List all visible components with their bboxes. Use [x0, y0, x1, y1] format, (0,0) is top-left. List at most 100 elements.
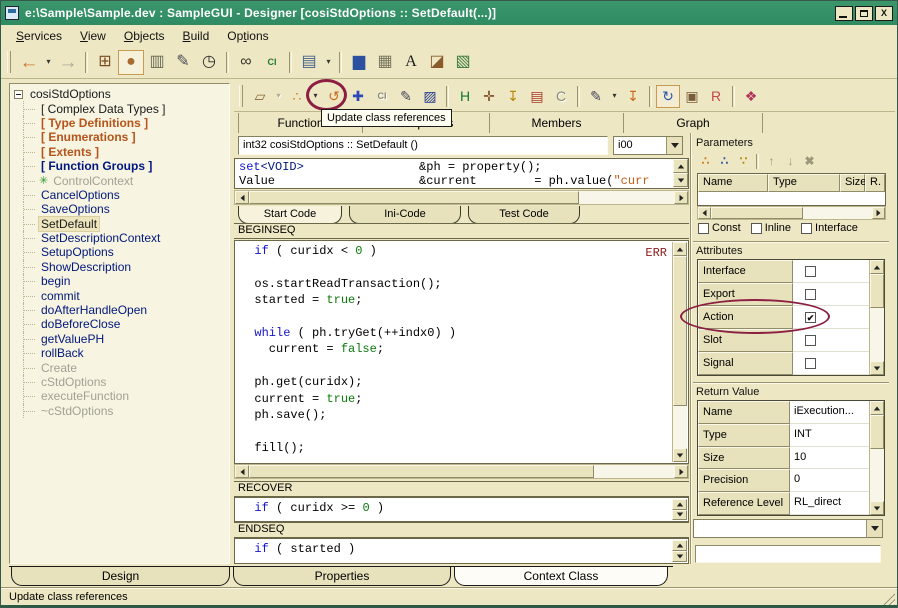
tree-item-commit[interactable]: commit — [10, 288, 229, 302]
scrollbar-track[interactable] — [673, 406, 687, 448]
check-form-button[interactable]: ▤ — [525, 85, 549, 108]
tree-item-getvalueph[interactable]: getValuePH — [10, 332, 229, 346]
resize-grip-icon[interactable] — [882, 592, 895, 605]
new-object-dropdown[interactable]: ▾ — [309, 85, 322, 108]
code-hscrollbar[interactable] — [234, 464, 689, 479]
tree-item-create[interactable]: Create — [10, 360, 229, 374]
scroll-down-button[interactable] — [870, 361, 884, 375]
tree-item-type-definitions[interactable]: [ Type Definitions ] — [10, 116, 229, 130]
tree-item-saveoptions[interactable]: SaveOptions — [10, 202, 229, 216]
column-header-type[interactable]: Type — [768, 174, 840, 192]
new-object-button[interactable]: ∴ — [285, 85, 309, 108]
collapse-expander-icon[interactable] — [14, 90, 23, 99]
verify-code-button[interactable]: ▣ — [680, 85, 704, 108]
checkbox-const[interactable] — [698, 223, 709, 234]
scrollbar-track[interactable] — [594, 465, 674, 478]
column-header-size[interactable]: Size — [840, 174, 865, 192]
back-button[interactable]: ← — [16, 50, 42, 75]
scroll-up-button[interactable] — [672, 499, 687, 510]
return-value-cell[interactable]: RL_direct — [790, 492, 869, 515]
start-code-editor[interactable]: if ( curidx < 0 ) os.startReadTransactio… — [234, 240, 689, 464]
tree-item-cosistdoptions[interactable]: cosiStdOptions — [10, 87, 229, 101]
com-button[interactable]: C — [549, 85, 573, 108]
scrollbar-thumb[interactable] — [870, 415, 884, 449]
scroll-left-button[interactable] — [235, 465, 249, 478]
tree-item-doafterhandleopen[interactable]: doAfterHandleOpen — [10, 303, 229, 317]
back-history-dropdown[interactable]: ▾ — [42, 50, 55, 75]
tree-item-cstdoptions[interactable]: ~cStdOptions — [10, 404, 229, 418]
maximize-button[interactable] — [855, 6, 873, 21]
scroll-right-button[interactable] — [674, 191, 688, 204]
scroll-up-button[interactable] — [673, 159, 688, 173]
server-button[interactable]: ▦ — [372, 50, 398, 75]
class-tree[interactable]: cosiStdOptions[ Complex Data Types ][ Ty… — [9, 83, 230, 564]
recover-code-editor[interactable]: if ( curidx >= 0 ) — [234, 497, 689, 522]
parameters-empty-row[interactable] — [698, 192, 885, 205]
move-up-button[interactable]: ↑ — [762, 152, 781, 170]
plot-button[interactable]: ▆ — [346, 50, 372, 75]
class-interface-button[interactable]: CI — [259, 50, 285, 75]
edit-document-button[interactable]: ✎ — [170, 50, 196, 75]
edit-code-dropdown[interactable]: ▾ — [608, 85, 621, 108]
scrollbar-track[interactable] — [870, 449, 884, 501]
tree-item-cstdoptions[interactable]: cStdOptions — [10, 375, 229, 389]
preview-button[interactable]: ∞ — [233, 50, 259, 75]
tab-context-class[interactable]: Context Class — [454, 567, 668, 586]
data-form-button[interactable]: ▤ — [296, 50, 322, 75]
scrollbar-track[interactable] — [579, 191, 674, 204]
font-button[interactable]: A — [398, 50, 424, 75]
delete-parameter-button[interactable]: ✖ — [800, 152, 819, 170]
checkbox-interface[interactable] — [805, 266, 816, 277]
open-function-button[interactable]: ▱ — [248, 85, 272, 108]
form-window-button[interactable]: ▧ — [450, 50, 476, 75]
menu-build[interactable]: Build — [174, 27, 219, 45]
package-button[interactable]: ▥ — [144, 50, 170, 75]
add-property-button[interactable]: ✚ — [346, 85, 370, 108]
class-item-button[interactable]: CI — [370, 85, 394, 108]
update-class-references-button[interactable]: ↺ — [322, 85, 346, 108]
data-form-dropdown[interactable]: ▾ — [322, 50, 335, 75]
rename-references-button[interactable]: R — [704, 85, 728, 108]
checkbox-inline[interactable] — [751, 223, 762, 234]
scroll-down-button[interactable] — [673, 173, 688, 187]
declaration-hscrollbar[interactable] — [234, 190, 689, 205]
context-combo[interactable] — [693, 519, 883, 538]
parameters-table[interactable]: NameTypeSizeR. — [697, 173, 886, 206]
scroll-down-button[interactable] — [673, 448, 687, 462]
toolbar-grip[interactable] — [239, 85, 243, 107]
tab-test-code[interactable]: Test Code — [468, 206, 580, 224]
open-function-dropdown[interactable]: ▾ — [272, 85, 285, 108]
endseq-code-editor[interactable]: if ( started ) — [234, 538, 689, 564]
tree-item-canceloptions[interactable]: CancelOptions — [10, 188, 229, 202]
edit-code-button[interactable]: ✎ — [584, 85, 608, 108]
context-combo-dropdown[interactable] — [866, 520, 882, 537]
tree-item-extents[interactable]: [ Extents ] — [10, 145, 229, 159]
add-parameter-button[interactable]: ∴ — [696, 152, 715, 170]
scroll-left-button[interactable] — [235, 191, 249, 204]
scroll-down-button[interactable] — [870, 501, 884, 515]
scroll-right-button[interactable] — [674, 465, 688, 478]
menu-options[interactable]: Options — [218, 27, 277, 45]
minimize-button[interactable] — [835, 6, 853, 21]
menu-view[interactable]: View — [71, 27, 115, 45]
menu-objects[interactable]: Objects — [115, 27, 174, 45]
scroll-up-button[interactable] — [870, 260, 884, 274]
column-header-name[interactable]: Name — [698, 174, 768, 192]
title-bar[interactable]: e:\Sample\Sample.dev : SampleGUI - Desig… — [1, 1, 897, 25]
declaration-vscrollbar[interactable] — [673, 159, 688, 188]
scroll-down-button[interactable] — [672, 551, 687, 562]
return-value-cell[interactable]: INT — [790, 424, 869, 447]
tree-item-complex-data-types[interactable]: [ Complex Data Types ] — [10, 101, 229, 115]
tab-properties[interactable]: Properties — [233, 567, 451, 586]
tree-item-controlcontext[interactable]: ✳ControlContext — [10, 173, 229, 187]
attributes-vscrollbar[interactable] — [869, 260, 884, 375]
scrollbar-thumb[interactable] — [870, 274, 884, 308]
tree-item-executefunction[interactable]: executeFunction — [10, 389, 229, 403]
return-value-vscrollbar[interactable] — [869, 401, 884, 515]
class-graph-button[interactable]: ❖ — [739, 85, 763, 108]
checkbox-action[interactable] — [805, 312, 816, 323]
context-input[interactable] — [695, 545, 881, 563]
scroll-up-button[interactable] — [672, 540, 687, 551]
recover-vscrollbar[interactable] — [672, 499, 687, 520]
link-parameter-button[interactable]: ∵ — [734, 152, 753, 170]
